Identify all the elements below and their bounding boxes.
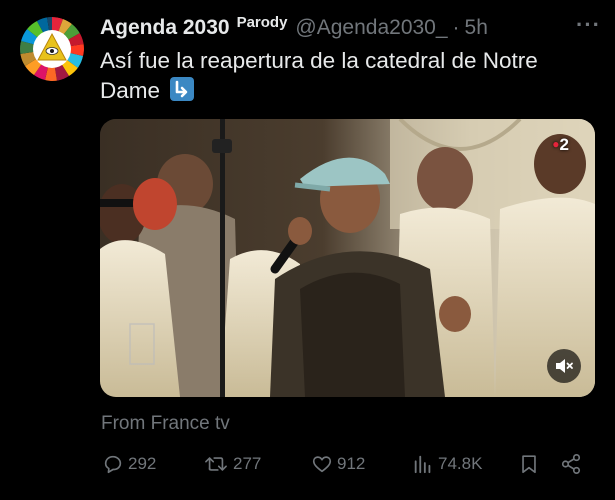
down-right-arrow-emoji-icon [170, 77, 195, 101]
reply-count: 292 [128, 454, 157, 473]
avatar[interactable] [20, 17, 84, 81]
display-name[interactable]: Agenda 2030 [100, 16, 230, 40]
tweet-header: Agenda 2030 Parody @Agenda2030_ · 5h [100, 14, 488, 46]
video-frame [100, 119, 595, 397]
repost-icon [205, 457, 227, 471]
parody-label: Parody [236, 14, 288, 31]
separator-dot: · [452, 16, 460, 39]
view-count: 74.8K [438, 454, 483, 473]
user-handle[interactable]: @Agenda2030_ [295, 16, 447, 40]
repost-button[interactable]: 277 [203, 453, 261, 475]
bookmark-button[interactable] [518, 453, 540, 475]
speaker-muted-icon [556, 359, 573, 373]
tweet-actions: 292 277 912 74.8K [100, 453, 590, 481]
repost-count: 277 [233, 454, 262, 473]
timestamp[interactable]: 5h [465, 16, 488, 40]
media-source[interactable]: From France tv [101, 413, 230, 435]
bookmark-icon [522, 455, 536, 474]
tweet-text: Así fue la reapertura de la catedral de … [100, 46, 600, 106]
share-icon [561, 454, 581, 474]
channel-badge: ●2 [552, 135, 569, 154]
heart-icon [312, 456, 332, 473]
video-player[interactable]: ●2 [100, 119, 595, 397]
tweet-body: Así fue la reapertura de la catedral de … [100, 48, 538, 103]
mute-button[interactable] [547, 349, 581, 383]
sdg-wheel-logo [20, 17, 84, 81]
views-button[interactable]: 74.8K [412, 453, 482, 475]
reply-button[interactable]: 292 [102, 453, 156, 475]
reply-icon [104, 455, 122, 474]
like-count: 912 [337, 454, 366, 473]
more-options-button[interactable]: ··· [576, 12, 601, 38]
channel-number: 2 [559, 135, 569, 154]
share-button[interactable] [560, 453, 582, 475]
analytics-icon [414, 455, 431, 474]
like-button[interactable]: 912 [311, 453, 365, 475]
